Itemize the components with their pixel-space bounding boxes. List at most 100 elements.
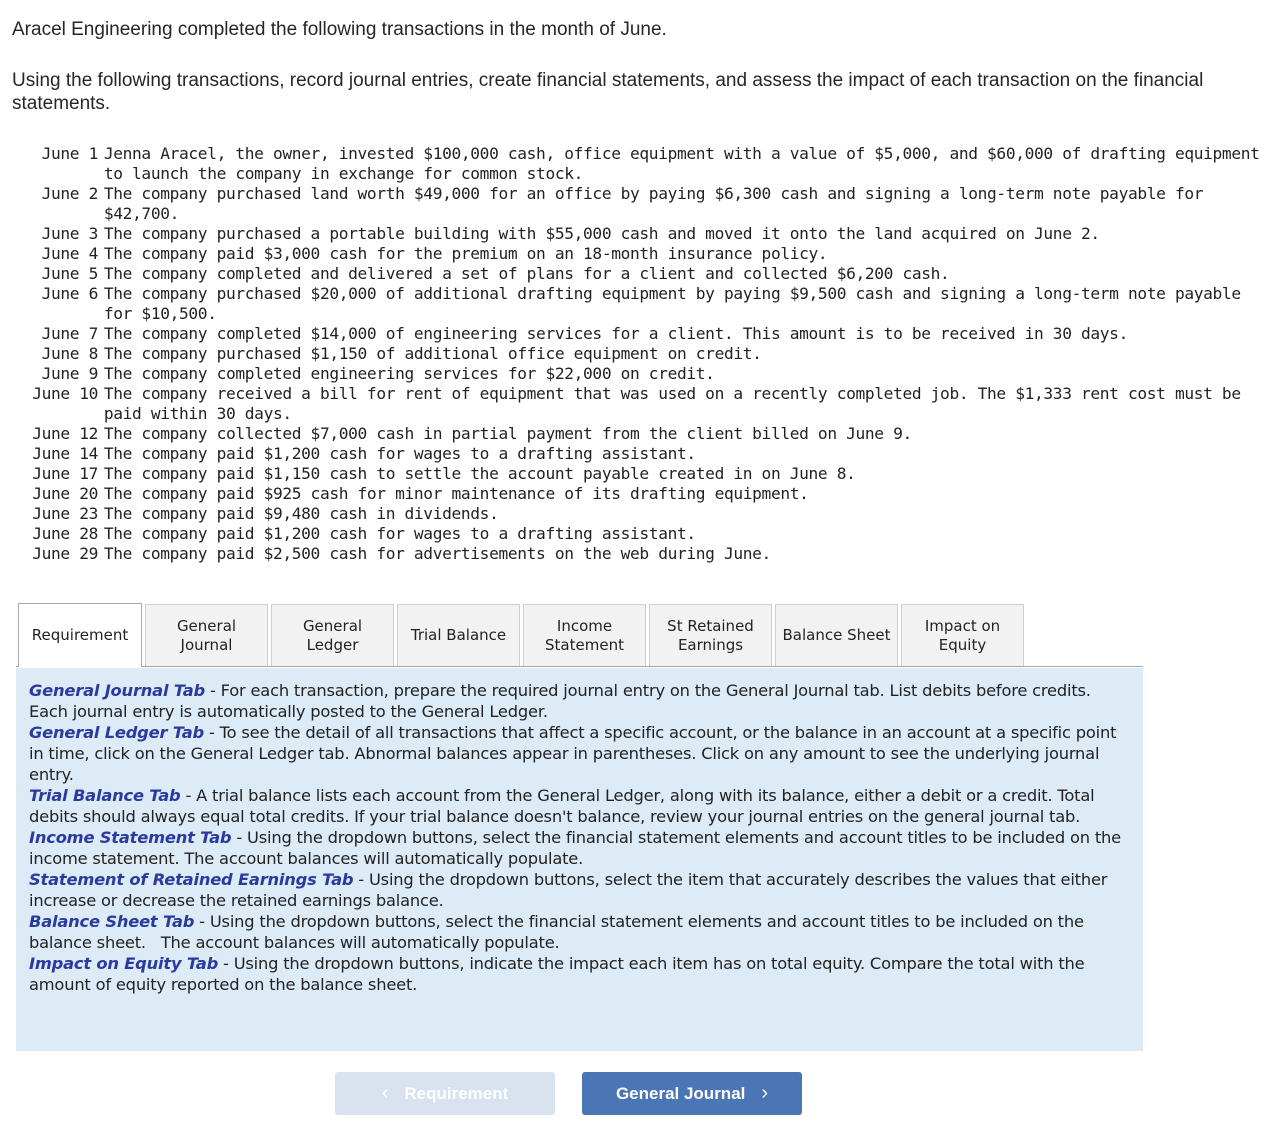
transaction-item: June 6 The company purchased $20,000 of a… [12, 284, 1262, 324]
transaction-description: The company collected $7,000 cash in par… [103, 424, 912, 443]
requirement-title: Statement of Retained Earnings Tab [29, 870, 354, 889]
requirement-separator: - [203, 723, 220, 742]
transaction-date: June 2 [41, 184, 99, 203]
transaction-item: June 8 The company purchased $1,150 of ad… [12, 344, 1262, 364]
requirement-title: General Journal Tab [29, 681, 206, 700]
transaction-description: The company completed $14,000 of enginee… [103, 324, 1128, 343]
tab-label-line2: Equity [938, 635, 987, 654]
transaction-item: June 7 The company completed $14,000 of e… [12, 324, 1262, 344]
transaction-item: June 12 The company collected $7,000 cash… [12, 424, 1262, 444]
transaction-item: June 14 The company paid $1,200 cash for … [12, 444, 1262, 464]
transaction-item: June 3 The company purchased a portable b… [12, 224, 1262, 244]
intro-line-1: Aracel Engineering completed the followi… [12, 19, 667, 40]
requirement-separator: - [194, 912, 210, 931]
requirement-title: Income Statement Tab [29, 828, 232, 847]
tab-label-line1: Impact on [924, 616, 1001, 635]
transaction-description: The company purchased $20,000 of additio… [103, 284, 1241, 323]
tab-general-ledger[interactable]: General Ledger [271, 604, 394, 666]
problem-intro: Aracel Engineering completed the followi… [12, 18, 1262, 115]
transaction-item: June 28 The company paid $1,200 cash for … [12, 524, 1262, 544]
requirement-separator: - [353, 870, 369, 889]
tab-label-line1: Balance Sheet [782, 626, 891, 644]
transaction-date: June 6 [41, 284, 99, 303]
requirement-item: Income Statement Tab - Using the dropdow… [29, 827, 1129, 869]
requirement-item: Statement of Retained Earnings Tab - Usi… [29, 869, 1129, 911]
transaction-description: The company paid $1,200 cash for wages t… [103, 444, 696, 463]
transaction-item: June 23 The company paid $9,480 cash in d… [12, 504, 1262, 524]
transaction-description: The company paid $2,500 cash for adverti… [103, 544, 771, 563]
requirement-separator: - [205, 681, 221, 700]
tab-balance-sheet[interactable]: Balance Sheet [775, 604, 898, 666]
transaction-item: June 9 The company completed engineering … [12, 364, 1262, 384]
transaction-date: June 28 [32, 524, 98, 543]
transaction-description: The company purchased a portable buildin… [103, 224, 1100, 243]
transaction-description: The company paid $9,480 cash in dividend… [103, 504, 499, 523]
transaction-description: Jenna Aracel, the owner, invested $100,0… [103, 144, 1260, 183]
transaction-date: June 7 [41, 324, 99, 343]
transaction-date: June 5 [41, 264, 99, 283]
tab-label-line1: Income [556, 616, 613, 635]
transaction-description: The company paid $925 cash for minor mai… [103, 484, 809, 503]
requirement-separator: - [180, 786, 197, 805]
next-general-journal-button[interactable]: General Journal › [582, 1072, 802, 1115]
next-button-label: General Journal [615, 1083, 746, 1103]
transaction-date: June 23 [32, 504, 98, 523]
tab-impact-on-equity[interactable]: Impact on Equity [901, 604, 1024, 666]
transaction-item: June 1 Jenna Aracel, the owner, invested … [12, 144, 1262, 184]
tab-income-statement[interactable]: Income Statement [523, 604, 646, 666]
previous-button-label: Requirement [404, 1083, 509, 1103]
requirement-item: Trial Balance Tab - A trial balance list… [29, 785, 1129, 827]
requirement-title: Trial Balance Tab [29, 786, 181, 805]
tab-label-line1: General [302, 616, 363, 635]
tab-trial-balance[interactable]: Trial Balance [397, 604, 520, 666]
transaction-item: June 17 The company paid $1,150 cash to s… [12, 464, 1262, 484]
transaction-date: June 29 [32, 544, 98, 563]
tab-label-line1: General [176, 616, 237, 635]
transaction-date: June 20 [32, 484, 98, 503]
transaction-date: June 9 [41, 364, 99, 383]
tab-general-journal[interactable]: General Journal [145, 604, 268, 666]
transaction-date: June 10 [32, 384, 98, 403]
transaction-description: The company completed and delivered a se… [103, 264, 950, 283]
requirement-item: General Journal Tab - For each transacti… [29, 680, 1129, 722]
transaction-description: The company purchased $1,150 of addition… [103, 344, 762, 363]
transaction-item: June 4 The company paid $3,000 cash for t… [12, 244, 1262, 264]
transaction-item: June 5 The company completed and delivere… [12, 264, 1262, 284]
intro-line-2: Using the following transactions, record… [12, 70, 1204, 114]
transaction-date: June 1 [41, 144, 99, 163]
transaction-description: The company received a bill for rent of … [103, 384, 1241, 423]
transaction-date: June 17 [32, 464, 98, 483]
transaction-item: June 2 The company purchased land worth $… [12, 184, 1262, 224]
tab-label-line1: St Retained [667, 616, 754, 635]
requirement-title: General Ledger Tab [29, 723, 204, 742]
tab-st-retained-earnings[interactable]: St Retained Earnings [649, 604, 772, 666]
tab-label-line2: Ledger [306, 635, 359, 654]
transaction-description: The company paid $3,000 cash for the pre… [103, 244, 828, 263]
transaction-description: The company paid $1,150 cash to settle t… [103, 464, 856, 483]
transaction-description: The company completed engineering servic… [103, 364, 715, 383]
tab-label-line2: Journal [180, 635, 233, 654]
requirement-item: Balance Sheet Tab - Using the dropdown b… [29, 911, 1129, 953]
previous-requirement-button: ‹ Requirement [335, 1072, 555, 1115]
requirement-panel: General Journal Tab - For each transacti… [16, 668, 1143, 1051]
transaction-description: The company paid $1,200 cash for wages t… [103, 524, 696, 543]
tab-requirement[interactable]: Requirement [18, 603, 142, 667]
requirement-item: General Ledger Tab - To see the detail o… [29, 722, 1129, 785]
transaction-date: June 8 [41, 344, 99, 363]
tab-label-line2: Statement [545, 635, 624, 654]
requirement-title: Impact on Equity Tab [29, 954, 219, 973]
tab-label-line1: Requirement [31, 626, 129, 644]
chevron-right-icon: › [761, 1082, 769, 1104]
transaction-item: June 29 The company paid $2,500 cash for … [12, 544, 1262, 564]
requirement-title: Balance Sheet Tab [29, 912, 195, 931]
transaction-list: June 1 Jenna Aracel, the owner, invested … [12, 144, 1262, 564]
transaction-description: The company purchased land worth $49,000… [103, 184, 1204, 223]
transaction-date: June 3 [41, 224, 99, 243]
requirement-separator: - [218, 954, 234, 973]
requirement-separator: - [231, 828, 247, 847]
transaction-date: June 14 [32, 444, 98, 463]
transaction-item: June 10 The company received a bill for r… [12, 384, 1262, 424]
tab-label-line2: Earnings [677, 635, 744, 654]
requirement-item: Impact on Equity Tab - Using the dropdow… [29, 953, 1129, 995]
transaction-item: June 20 The company paid $925 cash for mi… [12, 484, 1262, 504]
